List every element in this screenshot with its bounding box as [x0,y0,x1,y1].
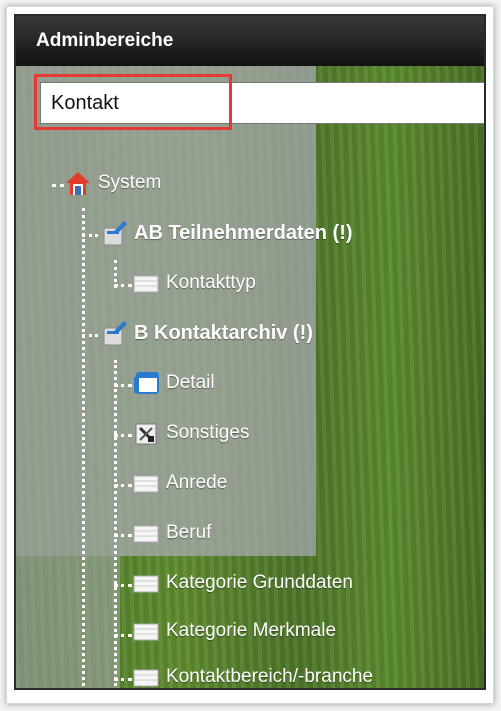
table-icon [133,275,159,293]
tree-item-anrede[interactable]: Anrede [132,466,227,500]
tree-item-kontaktbereich[interactable]: Kontaktbereich/-branche [132,660,374,688]
tree-connector [82,334,98,337]
tree-connector [52,184,64,187]
window-icon [134,372,159,394]
tree-pane-lower [16,556,120,688]
search-input[interactable] [40,82,484,124]
tree-connector [114,534,132,537]
tree-item-detail[interactable]: Detail [132,366,215,400]
tree-item-label: AB Teilnehmerdaten (!) [134,221,353,244]
tree-item-label: Kategorie Merkmale [166,620,337,641]
tree-item-label: Detail [166,372,215,393]
tree-item-label: System [98,172,162,193]
tree-connector [114,434,132,437]
tree-item-kategorie-merkmale[interactable]: Kategorie Merkmale [132,614,336,648]
tools-icon [135,423,157,445]
panel-header: Adminbereiche [16,16,484,66]
table-icon [133,623,159,641]
tree-connector [82,208,85,688]
table-icon [133,475,159,493]
tree-item-kategorie-grunddaten[interactable]: Kategorie Grunddaten [132,566,353,600]
tree-item-label: Beruf [166,522,212,543]
table-icon [133,575,159,593]
tree-item-label: Kontakttyp [166,272,256,293]
tree-connector [114,484,132,487]
tree-item-label: B Kontaktarchiv (!) [134,321,313,344]
tree-item-label: Kontaktbereich/-branche [166,666,374,687]
tree-connector [114,678,132,681]
tree-item-beruf[interactable]: Beruf [132,516,211,550]
tree-item-sonstiges[interactable]: Sonstiges [132,416,249,450]
admin-panel: Adminbereiche System AB Teilnehmerdaten … [14,14,486,690]
tree-connector [114,284,132,287]
tree-item-label: Anrede [166,472,228,493]
tree-connector [114,360,117,688]
tree-connector [114,634,132,637]
tree-item-label: Kategorie Grunddaten [166,572,353,593]
tree-item-teilnehmerdaten[interactable]: AB Teilnehmerdaten (!) [100,216,353,250]
tree-connector [82,234,98,237]
table-icon [133,669,159,687]
tree-item-label: Sonstiges [166,422,250,443]
table-icon [133,525,159,543]
panel-title: Adminbereiche [36,30,174,51]
tree-connector [114,384,132,387]
tree-item-system[interactable]: System [64,166,161,200]
tree-item-kontakttyp[interactable]: Kontakttyp [132,266,256,300]
tree-item-kontaktarchiv[interactable]: B Kontaktarchiv (!) [100,316,313,350]
folder-pen-icon [103,321,127,346]
tree-connector [114,584,132,587]
folder-pen-icon [103,221,127,246]
home-icon [66,172,90,195]
